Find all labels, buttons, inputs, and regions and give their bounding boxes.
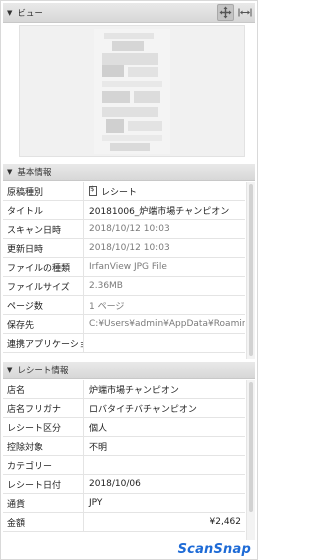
collapse-triangle-icon[interactable]: ▼ xyxy=(7,9,12,17)
title-value[interactable]: 20181006_炉端市場チャンピオン xyxy=(84,204,245,217)
receipt-thumbnail xyxy=(94,29,170,154)
basic-info-table: 原稿種別 レシート タイトル 20181006_炉端市場チャンピオン スキャン日… xyxy=(3,182,245,353)
collapse-triangle-icon[interactable]: ▼ xyxy=(7,366,12,374)
property-value: 2018/10/12 10:03 xyxy=(89,243,170,253)
properties-panel: ▼ ビュー ▼ 基本情報 原稿種別 $ レシート タイトル 20181006_炉… xyxy=(0,0,258,560)
property-key: タイトル xyxy=(3,201,84,219)
scansnap-logo: ScanSnap xyxy=(177,541,251,557)
table-row[interactable]: カテゴリー xyxy=(3,456,245,475)
property-key: レシート区分 xyxy=(3,418,84,436)
property-value[interactable]: レシート xyxy=(84,185,245,198)
table-row[interactable]: 店名 炉端市場チャンピオン xyxy=(3,380,245,399)
store-furigana-value[interactable]: ロバタイチバチャンピオン xyxy=(84,402,245,415)
scrollbar-thumb[interactable] xyxy=(249,382,253,512)
receipt-info-section-header[interactable]: ▼ レシート情報 xyxy=(3,362,255,379)
table-row: ページ数 1 ページ xyxy=(3,296,245,315)
table-row: スキャン日時 2018/10/12 10:03 xyxy=(3,220,245,239)
property-value: 2018/10/12 10:03 xyxy=(89,224,170,234)
receipt-date-value[interactable]: 2018/10/06 xyxy=(84,479,245,489)
amount-value[interactable]: ¥2,462 xyxy=(84,517,245,527)
property-value: IrfanView JPG File xyxy=(89,262,167,272)
table-row[interactable]: 控除対象 不明 xyxy=(3,437,245,456)
property-key: 店名 xyxy=(3,380,84,398)
table-row: ファイルの種類 IrfanView JPG File xyxy=(3,258,245,277)
receipt-icon xyxy=(89,185,97,196)
fit-width-icon xyxy=(238,8,251,17)
view-section-header[interactable]: ▼ ビュー xyxy=(3,3,255,23)
move-tool-button[interactable] xyxy=(217,4,234,21)
property-key: 店名フリガナ xyxy=(3,399,84,417)
view-toolbar xyxy=(217,4,253,21)
table-row[interactable]: 店名フリガナ ロバタイチバチャンピオン xyxy=(3,399,245,418)
move-icon xyxy=(219,6,232,19)
property-key: スキャン日時 xyxy=(3,220,84,238)
table-row: 更新日時 2018/10/12 10:03 xyxy=(3,239,245,258)
receipt-info-title: レシート情報 xyxy=(17,366,69,376)
property-key: ファイルの種類 xyxy=(3,258,84,276)
table-row: 保存先 C:¥Users¥admin¥AppData¥Roamin... xyxy=(3,315,245,334)
table-row[interactable]: レシート日付 2018/10/06 xyxy=(3,475,245,494)
table-row[interactable]: タイトル 20181006_炉端市場チャンピオン xyxy=(3,201,245,220)
table-row[interactable]: 原稿種別 レシート xyxy=(3,182,245,201)
document-preview[interactable] xyxy=(19,25,245,157)
footer: ScanSnap xyxy=(3,541,255,557)
basic-info-scrollbar[interactable] xyxy=(246,182,255,359)
property-value: 1 ページ xyxy=(89,301,125,312)
table-row[interactable]: 通貨 JPY xyxy=(3,494,245,513)
basic-info-section-header[interactable]: ▼ 基本情報 xyxy=(3,164,255,181)
fit-width-button[interactable] xyxy=(236,4,253,21)
scrollbar-thumb[interactable] xyxy=(249,184,253,356)
property-key: 原稿種別 xyxy=(3,182,84,200)
property-key: 通貨 xyxy=(3,494,84,512)
table-row: ファイルサイズ 2.36MB xyxy=(3,277,245,296)
table-row[interactable]: レシート区分 個人 xyxy=(3,418,245,437)
property-key: ページ数 xyxy=(3,296,84,314)
receipt-info-scrollbar[interactable] xyxy=(246,380,255,540)
table-row[interactable]: 金額 ¥2,462 xyxy=(3,513,245,532)
property-key: 保存先 xyxy=(3,315,84,333)
property-key: ファイルサイズ xyxy=(3,277,84,295)
currency-value[interactable]: JPY xyxy=(84,498,245,508)
property-key: 控除対象 xyxy=(3,437,84,455)
property-key: 連携アプリケーション xyxy=(3,334,84,352)
receipt-type-value[interactable]: 個人 xyxy=(84,421,245,434)
property-key: 更新日時 xyxy=(3,239,84,257)
property-key: カテゴリー xyxy=(3,456,84,474)
store-name-value[interactable]: 炉端市場チャンピオン xyxy=(84,383,245,396)
basic-info-title: 基本情報 xyxy=(17,168,52,178)
view-section-title: ビュー xyxy=(17,8,43,19)
property-key: レシート日付 xyxy=(3,475,84,493)
collapse-triangle-icon[interactable]: ▼ xyxy=(7,168,12,176)
deduction-value[interactable]: 不明 xyxy=(84,440,245,453)
property-value: 2.36MB xyxy=(89,281,123,291)
property-key: 金額 xyxy=(3,513,84,531)
receipt-info-table: 店名 炉端市場チャンピオン 店名フリガナ ロバタイチバチャンピオン レシート区分… xyxy=(3,380,245,532)
table-row[interactable]: 連携アプリケーション xyxy=(3,334,245,353)
save-path-value: C:¥Users¥admin¥AppData¥Roamin... xyxy=(89,319,245,329)
